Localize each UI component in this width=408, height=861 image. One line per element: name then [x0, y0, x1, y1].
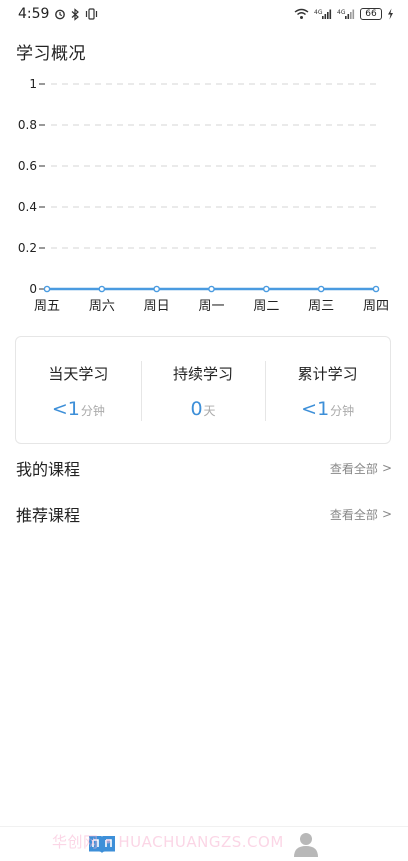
vibrate-icon — [85, 8, 98, 20]
battery-icon: 66 — [360, 8, 382, 20]
status-left: 4:59 — [18, 6, 98, 22]
signal-4g-icon: 4G — [337, 8, 355, 20]
study-chart: 0 0.2 0.4 0.6 0.8 1 周五 周六 周日 周一 周二 周三 周四 — [0, 70, 408, 330]
alarm-icon — [54, 8, 66, 20]
x-tick-label: 周六 — [89, 299, 115, 314]
x-tick-label: 周五 — [34, 299, 60, 314]
y-tick-label: 0.8 — [18, 118, 37, 132]
stat-today: 当天学习 <1 分钟 — [16, 337, 141, 443]
page-title: 学习概况 — [16, 44, 86, 64]
recommended-see-all-link[interactable]: 查看全部 > — [330, 506, 392, 523]
data-point — [98, 285, 106, 293]
stat-value-row: 0 天 — [190, 398, 215, 420]
stat-label: 持续学习 — [173, 365, 234, 383]
x-tick-label: 周三 — [308, 299, 334, 314]
stat-value: <1 — [301, 398, 330, 420]
status-bar: 4:59 4G 4G 66 — [0, 0, 408, 28]
x-tick-label: 周日 — [144, 299, 170, 314]
stats-card: 当天学习 <1 分钟 持续学习 0 天 累计学习 <1 分钟 — [15, 336, 391, 444]
stat-value: <1 — [51, 398, 80, 420]
stat-unit: 天 — [203, 404, 216, 418]
data-point — [43, 285, 51, 293]
recommended-courses-row: 推荐课程 查看全部 > — [16, 501, 392, 527]
data-point — [208, 285, 215, 293]
chevron-right-icon: > — [381, 461, 392, 475]
x-tick-label: 周一 — [198, 299, 224, 314]
stat-value-row: <1 分钟 — [52, 398, 105, 420]
my-courses-row: 我的课程 查看全部 > — [16, 455, 392, 481]
stat-value: 0 — [190, 398, 203, 420]
stat-total: 累计学习 <1 分钟 — [265, 337, 390, 443]
svg-text:4G: 4G — [314, 9, 323, 16]
data-point — [153, 285, 160, 293]
y-tick-label: 1 — [29, 77, 37, 91]
data-point — [372, 285, 380, 293]
svg-text:4G: 4G — [337, 9, 346, 16]
data-point — [263, 285, 270, 293]
app-screen: 4:59 4G 4G 66 学习概况 0 0.2 0.4 0.6 0.8 1 周… — [0, 0, 408, 861]
y-tick-label: 0.4 — [18, 200, 37, 214]
status-time: 4:59 — [18, 6, 50, 22]
chevron-right-icon: > — [381, 507, 392, 521]
data-point — [317, 285, 325, 293]
stat-unit: 分钟 — [330, 404, 355, 418]
stat-label: 累计学习 — [297, 365, 358, 383]
watermark: 华创网 • HUACHUANGZS.COM — [52, 833, 284, 851]
bluetooth-icon — [71, 7, 80, 21]
person-icon — [293, 831, 319, 861]
see-all-label: 查看全部 — [329, 507, 378, 522]
stat-label: 当天学习 — [48, 365, 109, 383]
my-courses-title: 我的课程 — [16, 460, 81, 479]
stat-value-row: <1 分钟 — [301, 398, 354, 420]
x-tick-label: 周四 — [363, 299, 389, 314]
stat-unit: 分钟 — [80, 404, 105, 418]
y-tick-label: 0 — [29, 282, 37, 296]
x-tick-label: 周二 — [253, 299, 279, 314]
chart-svg: 0 0.2 0.4 0.6 0.8 1 周五 周六 周日 周一 周二 周三 周四 — [18, 77, 389, 314]
wifi-icon — [294, 8, 309, 20]
my-courses-see-all-link[interactable]: 查看全部 > — [330, 460, 392, 477]
charging-icon — [387, 8, 394, 20]
y-tick-label: 0.6 — [18, 159, 37, 173]
tab-profile[interactable] — [286, 831, 326, 861]
recommended-courses-title: 推荐课程 — [16, 506, 81, 525]
signal-4g-icon: 4G — [314, 8, 332, 20]
status-right: 4G 4G 66 — [294, 8, 394, 20]
see-all-label: 查看全部 — [329, 461, 378, 476]
stat-streak: 持续学习 0 天 — [140, 337, 266, 443]
y-tick-label: 0.2 — [18, 241, 37, 255]
